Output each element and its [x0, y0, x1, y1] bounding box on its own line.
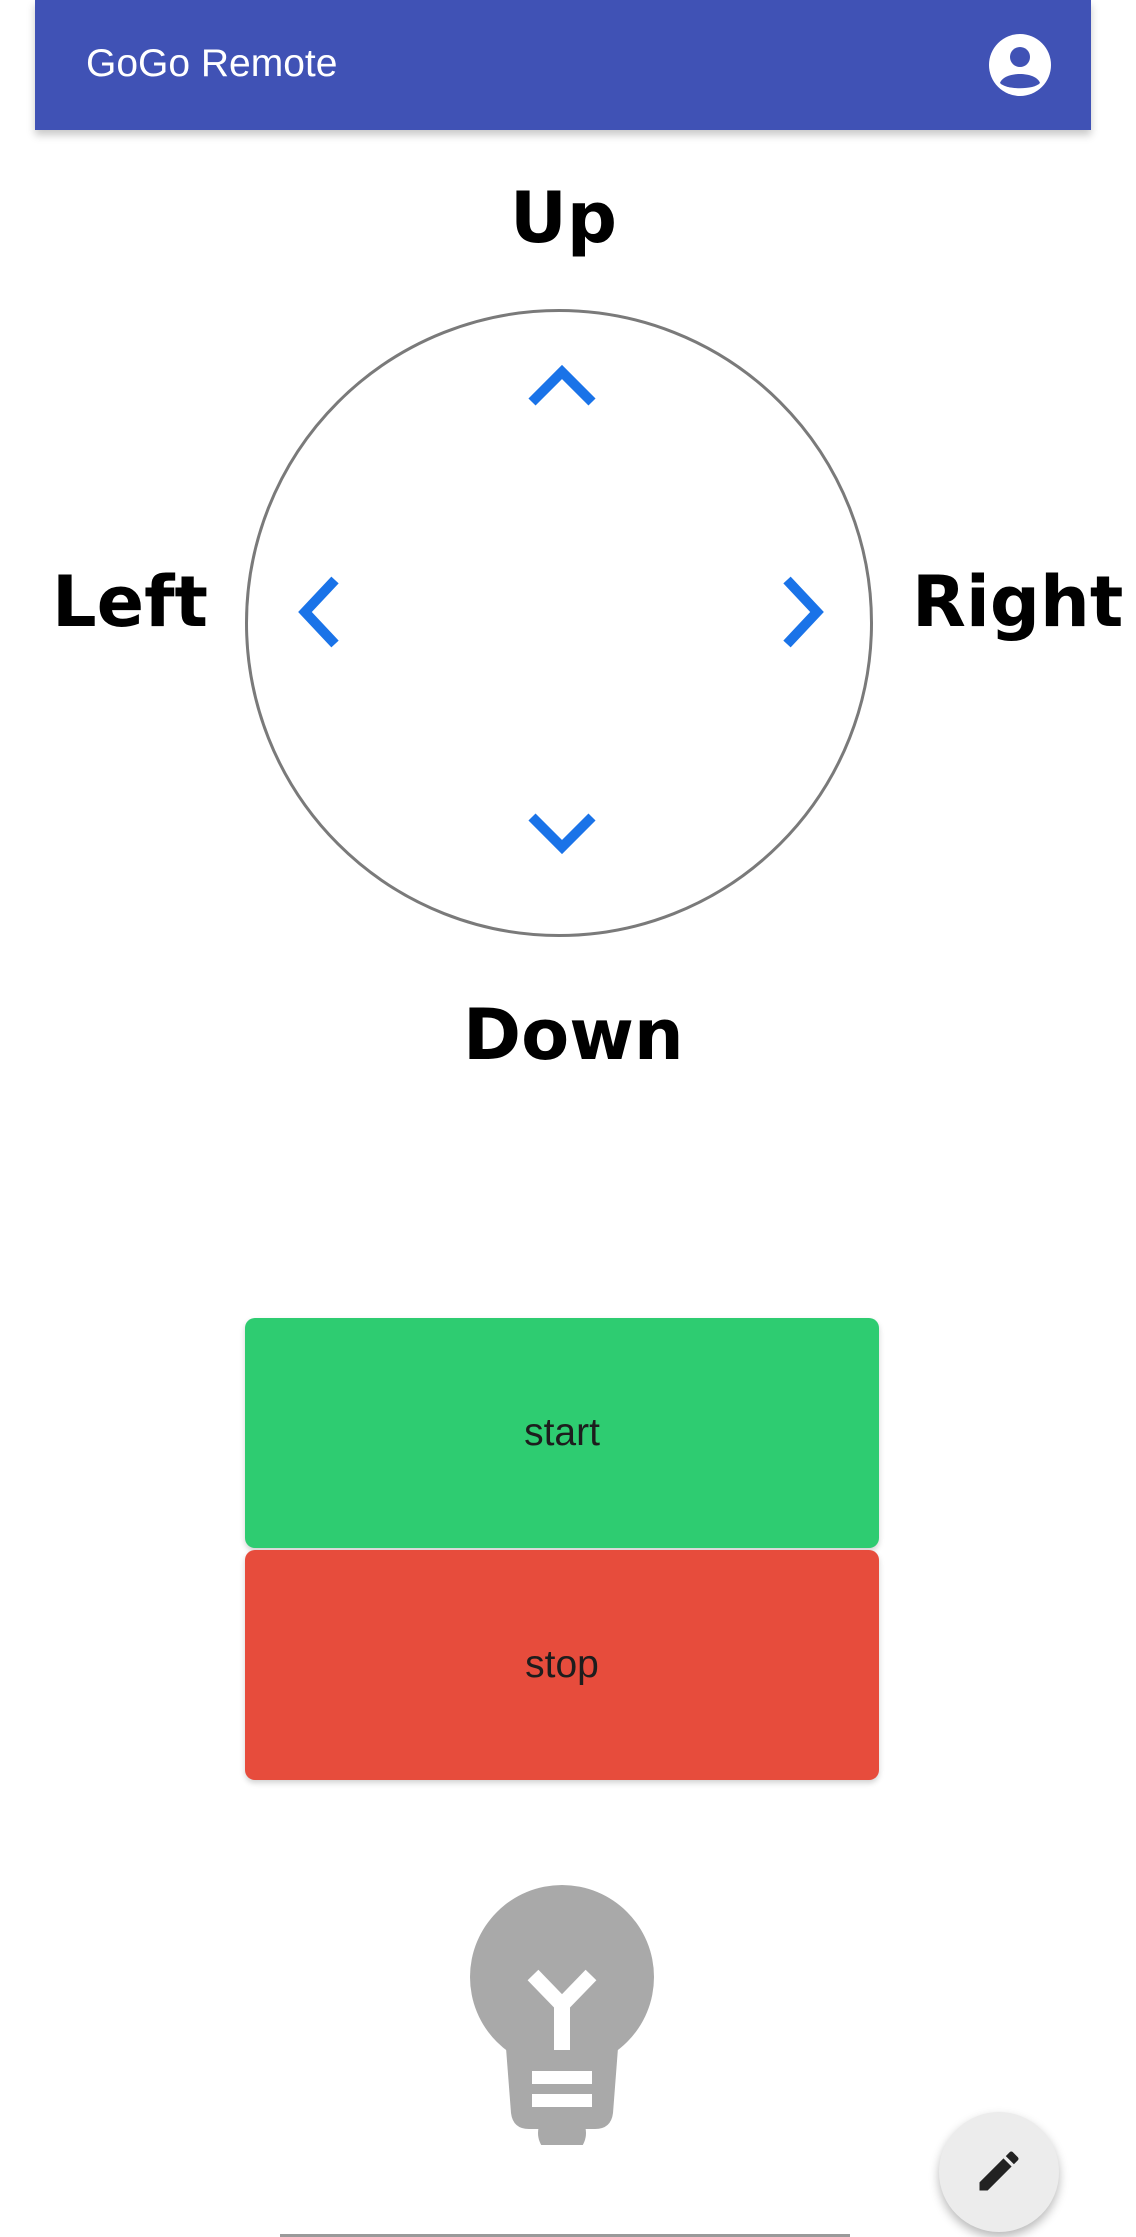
down-label: Down — [463, 994, 684, 1076]
start-button[interactable]: start — [245, 1318, 879, 1548]
chevron-up-icon[interactable] — [520, 345, 604, 429]
up-label: Up — [510, 177, 617, 259]
pencil-icon — [979, 2150, 1019, 2190]
edit-fab[interactable] — [939, 2112, 1059, 2232]
lightbulb-icon — [465, 1885, 659, 2157]
left-label: Left — [52, 561, 208, 643]
app-bar: GoGo Remote — [35, 0, 1091, 130]
app-title: GoGo Remote — [86, 42, 338, 85]
chevron-down-icon[interactable] — [520, 790, 604, 874]
stop-button[interactable]: stop — [245, 1550, 879, 1780]
account-circle-icon[interactable] — [988, 33, 1052, 97]
right-label: Right — [912, 561, 1124, 643]
chevron-left-icon[interactable] — [278, 570, 362, 654]
chevron-right-icon[interactable] — [760, 570, 844, 654]
